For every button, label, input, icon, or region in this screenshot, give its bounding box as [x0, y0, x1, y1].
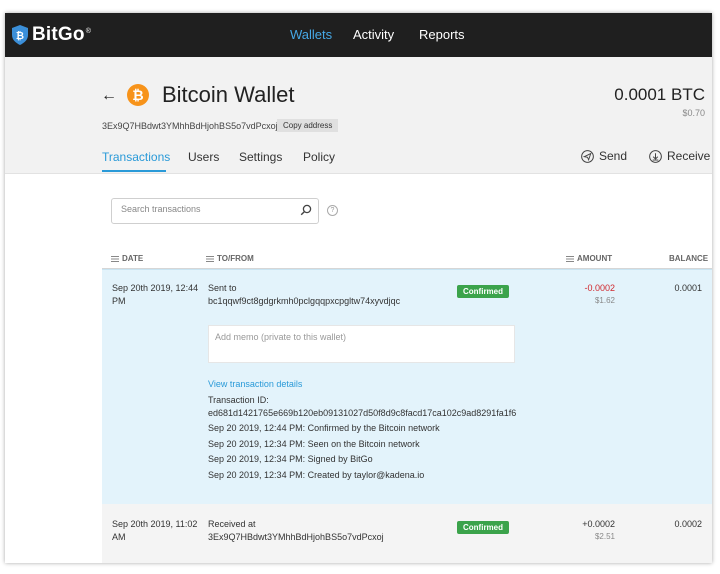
send-icon — [581, 149, 594, 163]
nav-wallets[interactable]: Wallets — [290, 27, 332, 42]
receive-label: Receive — [667, 149, 711, 163]
help-icon[interactable]: ? — [327, 205, 338, 216]
tx-date: Sep 20th 2019, 11:02 — [112, 519, 198, 529]
tx-date: Sep 20th 2019, 12:44 — [112, 283, 199, 293]
tab-transactions[interactable]: Transactions — [102, 150, 170, 164]
page-title: Bitcoin Wallet — [162, 82, 295, 107]
bitgo-logo[interactable]: ₿ BitGo ® — [12, 24, 91, 46]
tab-policy[interactable]: Policy — [303, 150, 335, 164]
wallet-balance-btc: 0.0001 BTC — [614, 85, 705, 104]
tx-counterparty: bc1qqwf9ct8gdgrkmh0pclgqqpxcpgltw74xyvdj… — [208, 296, 401, 306]
tx-balance: 0.0001 — [674, 283, 702, 293]
send-button[interactable]: Send — [581, 149, 627, 163]
history-item: Sep 20 2019, 12:34 PM: Signed by BitGo — [208, 454, 373, 464]
transactions-panel: ? DATE TO/FROM AMOUNT BALANCE Sep 20th 2… — [5, 174, 712, 563]
nav-activity[interactable]: Activity — [353, 27, 394, 42]
column-header-balance[interactable]: BALANCE — [669, 254, 708, 263]
shield-icon: ₿ — [12, 25, 28, 45]
table-row[interactable]: Sep 20th 2019, 12:44 PM Sent to bc1qqwf9… — [102, 269, 712, 504]
tx-direction: Received at — [208, 519, 256, 529]
receive-icon — [649, 149, 662, 163]
wallet-address: 3Ex9Q7HBdwt3YMhhBdHjohBS5o7vdPcxoj — [102, 121, 278, 131]
history-item: Sep 20 2019, 12:34 PM: Seen on the Bitco… — [208, 439, 420, 449]
column-header-date[interactable]: DATE — [111, 254, 143, 263]
copy-address-button[interactable]: Copy address — [277, 119, 339, 132]
registered-mark: ® — [85, 27, 91, 35]
history-item: Sep 20 2019, 12:34 PM: Created by taylor… — [208, 470, 425, 480]
bitcoin-icon: ₿ — [127, 84, 149, 106]
tx-direction: Sent to — [208, 283, 237, 293]
memo-box — [208, 325, 515, 363]
txid-value: ed681d1421765e669b120eb09131027d50f8d9c8… — [208, 408, 517, 418]
receive-button[interactable]: Receive — [649, 149, 710, 163]
back-arrow-icon[interactable]: ← — [101, 87, 117, 105]
column-header-to-from[interactable]: TO/FROM — [206, 254, 254, 263]
send-label: Send — [599, 149, 628, 163]
tab-settings[interactable]: Settings — [239, 150, 282, 164]
wallet-header: ← ₿ Bitcoin Wallet 3Ex9Q7HBdwt3YMhhBdHjo… — [5, 57, 712, 174]
sort-lines-icon — [206, 255, 214, 262]
memo-input[interactable] — [215, 332, 505, 354]
wallet-balance-usd: $0.70 — [682, 108, 705, 118]
table-row[interactable]: Sep 20th 2019, 11:02 AM Received at 3Ex9… — [102, 504, 712, 563]
tx-amount-usd: $1.62 — [594, 296, 615, 305]
tx-counterparty: 3Ex9Q7HBdwt3YMhhBdHjohBS5o7vdPcxoj — [208, 532, 384, 542]
brand-name: BitGo — [32, 24, 85, 45]
tx-balance: 0.0002 — [674, 519, 702, 529]
search-box — [111, 198, 319, 224]
tx-date-period: PM — [112, 296, 126, 306]
top-navigation-bar: ₿ BitGo ® Wallets Activity Reports — [5, 13, 712, 57]
tx-date-period: AM — [112, 532, 126, 542]
search-input[interactable] — [121, 204, 291, 214]
sort-lines-icon — [566, 255, 574, 262]
status-badge: Confirmed — [457, 521, 509, 534]
svg-text:₿: ₿ — [16, 30, 24, 42]
tx-amount-usd: $2.51 — [594, 532, 615, 541]
status-badge: Confirmed — [457, 285, 509, 298]
tab-users[interactable]: Users — [188, 150, 219, 164]
nav-reports[interactable]: Reports — [419, 27, 465, 42]
history-item: Sep 20 2019, 12:44 PM: Confirmed by the … — [208, 423, 440, 433]
app-window: ₿ BitGo ® Wallets Activity Reports ← ₿ B… — [5, 13, 712, 563]
view-transaction-details-link[interactable]: View transaction details — [208, 378, 302, 391]
column-header-amount[interactable]: AMOUNT — [566, 254, 612, 263]
txid-label: Transaction ID: — [208, 395, 269, 405]
sort-lines-icon — [111, 255, 119, 262]
active-tab-indicator — [102, 170, 166, 172]
search-icon[interactable] — [300, 204, 312, 216]
